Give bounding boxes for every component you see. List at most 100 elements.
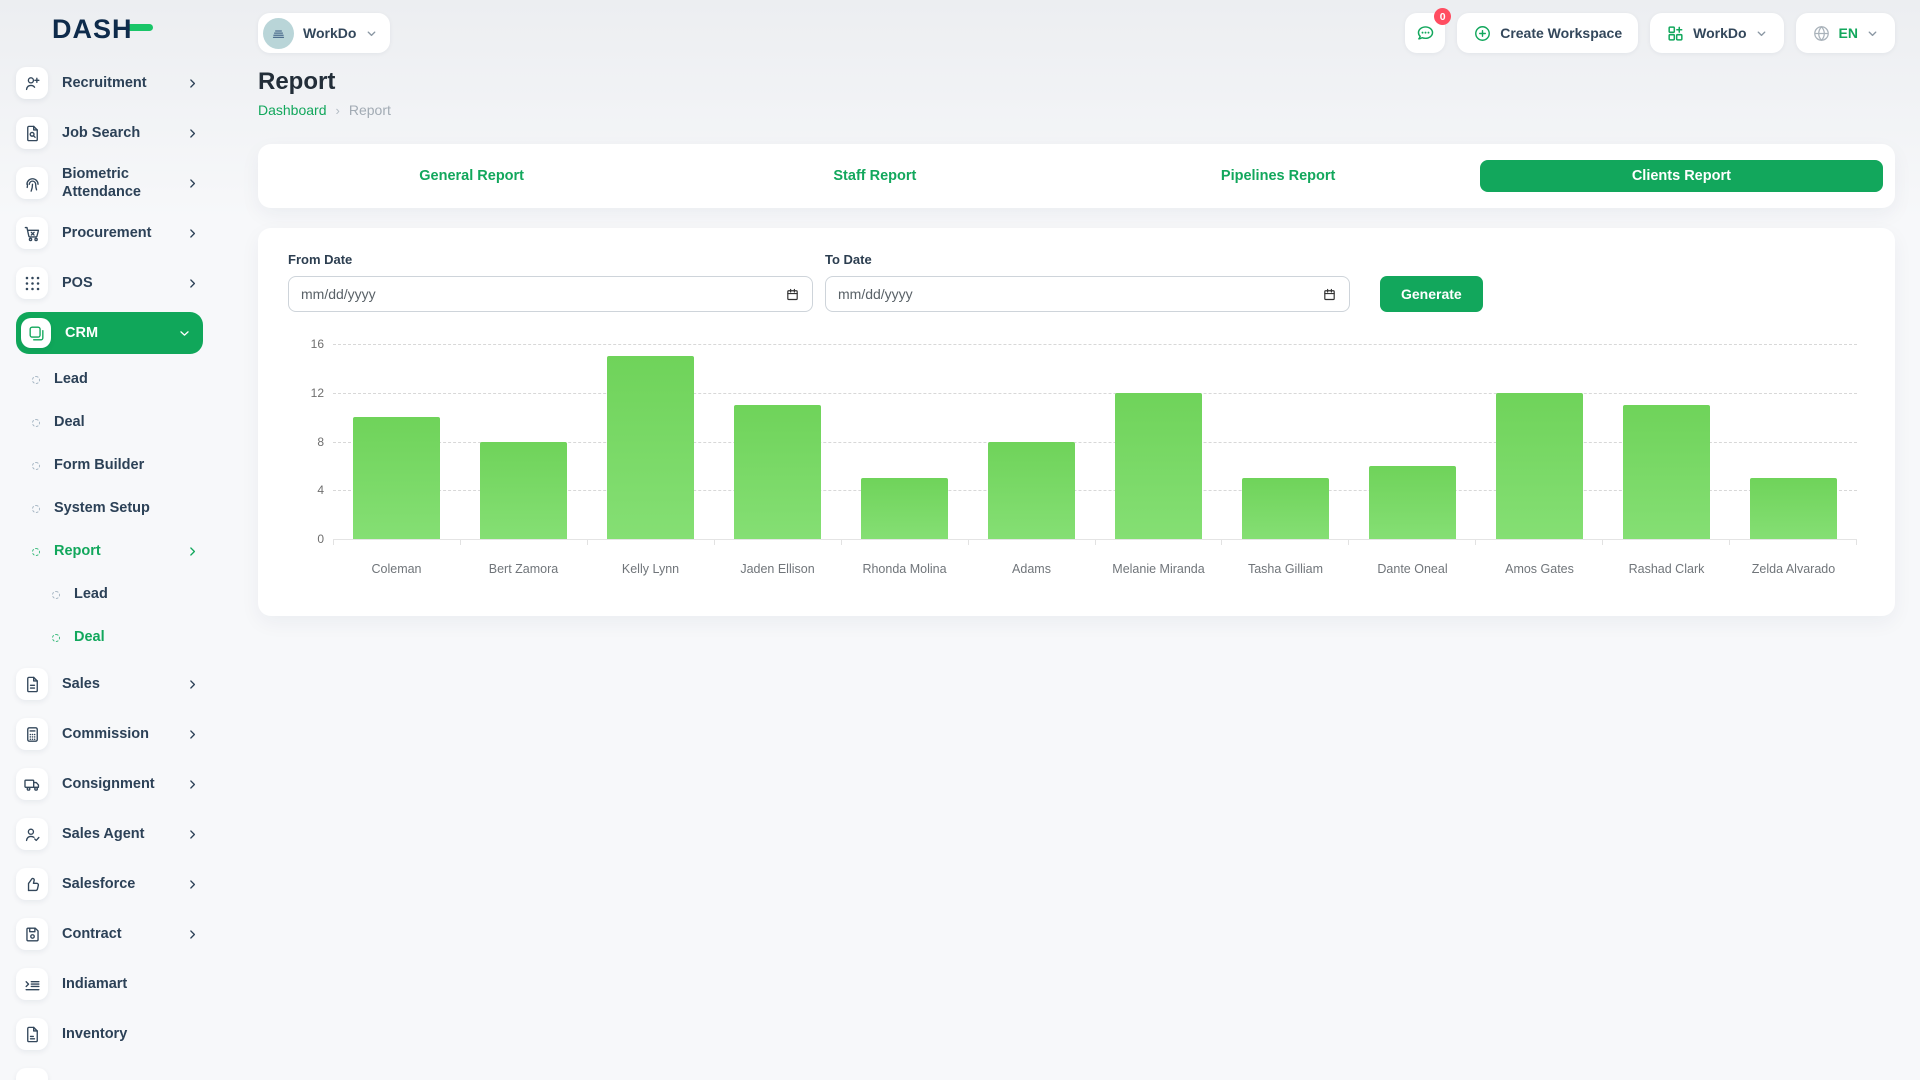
language-selector[interactable]: EN (1796, 13, 1895, 53)
x-axis-label: Tasha Gilliam (1222, 562, 1349, 576)
sidebar-item-pos[interactable]: POS (16, 258, 203, 308)
bar-bert-zamora[interactable] (480, 442, 566, 540)
x-axis-labels: ColemanBert ZamoraKelly LynnJaden Elliso… (333, 562, 1857, 576)
sidebar-item-inventory[interactable]: Inventory (16, 1009, 203, 1059)
breadcrumb: Dashboard › Report (258, 102, 1895, 118)
bar-slot (1730, 344, 1857, 539)
bar-tasha-gilliam[interactable] (1242, 478, 1328, 539)
messages-button[interactable]: 0 (1405, 13, 1445, 53)
from-date-field: From Date (288, 252, 813, 312)
sidebar-item-salesforce[interactable]: Salesforce (16, 859, 203, 909)
biometric-icon (16, 167, 48, 199)
grid-plus-icon (1666, 24, 1685, 43)
sidebar-item-sales-agent[interactable]: Sales Agent (16, 809, 203, 859)
sidebar-item-lead[interactable]: Lead (16, 573, 203, 616)
x-axis-label: Zelda Alvarado (1730, 562, 1857, 576)
sidebar-item-contract[interactable]: Contract (16, 909, 203, 959)
chevron-right-icon (186, 545, 203, 558)
axis-tick (1096, 540, 1223, 545)
consignment-icon (16, 768, 48, 800)
pos-icon (16, 267, 48, 299)
breadcrumb-dashboard-link[interactable]: Dashboard (258, 102, 327, 118)
app-logo[interactable]: DASH (0, 0, 215, 58)
sidebar-item-sales[interactable]: Sales (16, 659, 203, 709)
axis-tick (588, 540, 715, 545)
chevron-right-icon (186, 878, 203, 891)
sidebar-item-label: Sales Agent (62, 825, 186, 843)
sidebar-nav: Recruitment Job Search Biometric Attendanc… (0, 58, 215, 1080)
bar-adams[interactable] (988, 442, 1074, 540)
sidebar-item-consignment[interactable]: Consignment (16, 759, 203, 809)
app-logo-text: DASH (52, 14, 133, 45)
procurement-icon (16, 217, 48, 249)
chevron-right-icon (186, 678, 203, 691)
sidebar-item-label: Indiamart (62, 975, 203, 993)
crm-icon (21, 318, 51, 348)
report-filter-card: From Date To Date Generate (258, 228, 1895, 616)
bar-zelda-alvarado[interactable] (1750, 478, 1836, 539)
sidebar-item-job-search[interactable]: Job Search (16, 108, 203, 158)
bar-kelly-lynn[interactable] (607, 356, 693, 539)
x-axis-label: Rashad Clark (1603, 562, 1730, 576)
bar-slot (841, 344, 968, 539)
create-workspace-label: Create Workspace (1500, 25, 1622, 41)
bar-slot (333, 344, 460, 539)
bar-melanie-miranda[interactable] (1115, 393, 1201, 539)
bars-area (333, 344, 1857, 539)
bullet-icon (32, 505, 40, 513)
sidebar-item-label: Job Search (62, 124, 186, 142)
bar-slot (460, 344, 587, 539)
breadcrumb-current: Report (349, 102, 391, 118)
tab-staff-report[interactable]: Staff Report (673, 160, 1076, 192)
chevron-right-icon (186, 277, 203, 290)
to-date-label: To Date (825, 252, 1350, 267)
sidebar-item-procurement[interactable]: Procurement (16, 208, 203, 258)
bullet-icon (52, 634, 60, 642)
chevron-right-icon (186, 127, 203, 140)
bar-rhonda-molina[interactable] (861, 478, 947, 539)
sidebar-item-report[interactable]: Report (16, 530, 203, 573)
bullet-icon (32, 376, 40, 384)
sidebar-item-commission[interactable]: Commission (16, 709, 203, 759)
sidebar-item-deal[interactable]: Deal (16, 401, 203, 444)
x-axis-label: Coleman (333, 562, 460, 576)
sidebar-item-deal[interactable]: Deal (16, 616, 203, 659)
calendar-icon[interactable] (785, 287, 800, 302)
sidebar-item-label: Contract (62, 925, 186, 943)
bar-amos-gates[interactable] (1496, 393, 1582, 539)
tab-general-report[interactable]: General Report (270, 160, 673, 192)
bar-jaden-ellison[interactable] (734, 405, 820, 539)
x-axis-label: Adams (968, 562, 1095, 576)
create-workspace-button[interactable]: Create Workspace (1457, 13, 1638, 53)
generate-button[interactable]: Generate (1380, 276, 1483, 312)
workspace-avatar (263, 18, 294, 49)
tab-clients-report[interactable]: Clients Report (1480, 160, 1883, 192)
axis-tick (715, 540, 842, 545)
sidebar-item-form-builder[interactable]: Form Builder (16, 444, 203, 487)
main-area: WorkDo 0 Create Workspace WorkDo (215, 0, 1920, 1080)
from-date-label: From Date (288, 252, 813, 267)
bar-rashad-clark[interactable] (1623, 405, 1709, 539)
from-date-input[interactable] (301, 286, 785, 302)
report-tabs: General ReportStaff ReportPipelines Repo… (258, 144, 1895, 208)
workspace-name: WorkDo (303, 25, 356, 41)
bar-slot (968, 344, 1095, 539)
to-date-input[interactable] (838, 286, 1322, 302)
sidebar-item-biometric-attendance[interactable]: Biometric Attendance (16, 158, 203, 208)
sidebar-item-indiamart[interactable]: Indiamart (16, 959, 203, 1009)
tab-pipelines-report[interactable]: Pipelines Report (1077, 160, 1480, 192)
y-axis-tick-label: 8 (288, 435, 324, 449)
workdo-menu-button[interactable]: WorkDo (1650, 13, 1783, 53)
sidebar-item-crm[interactable]: CRM (16, 312, 203, 354)
bar-coleman[interactable] (353, 417, 439, 539)
chevron-down-icon (1866, 27, 1879, 40)
sidebar-item-lead[interactable]: Lead (16, 358, 203, 401)
calendar-icon[interactable] (1322, 287, 1337, 302)
bar-dante-oneal[interactable] (1369, 466, 1455, 539)
sidebar-item-recruitment[interactable]: Recruitment (16, 58, 203, 108)
chevron-down-icon (1755, 27, 1768, 40)
sidebar-item-system-setup[interactable]: System Setup (16, 487, 203, 530)
workspace-selector[interactable]: WorkDo (258, 13, 390, 53)
axis-tick (842, 540, 969, 545)
bar-slot (1222, 344, 1349, 539)
